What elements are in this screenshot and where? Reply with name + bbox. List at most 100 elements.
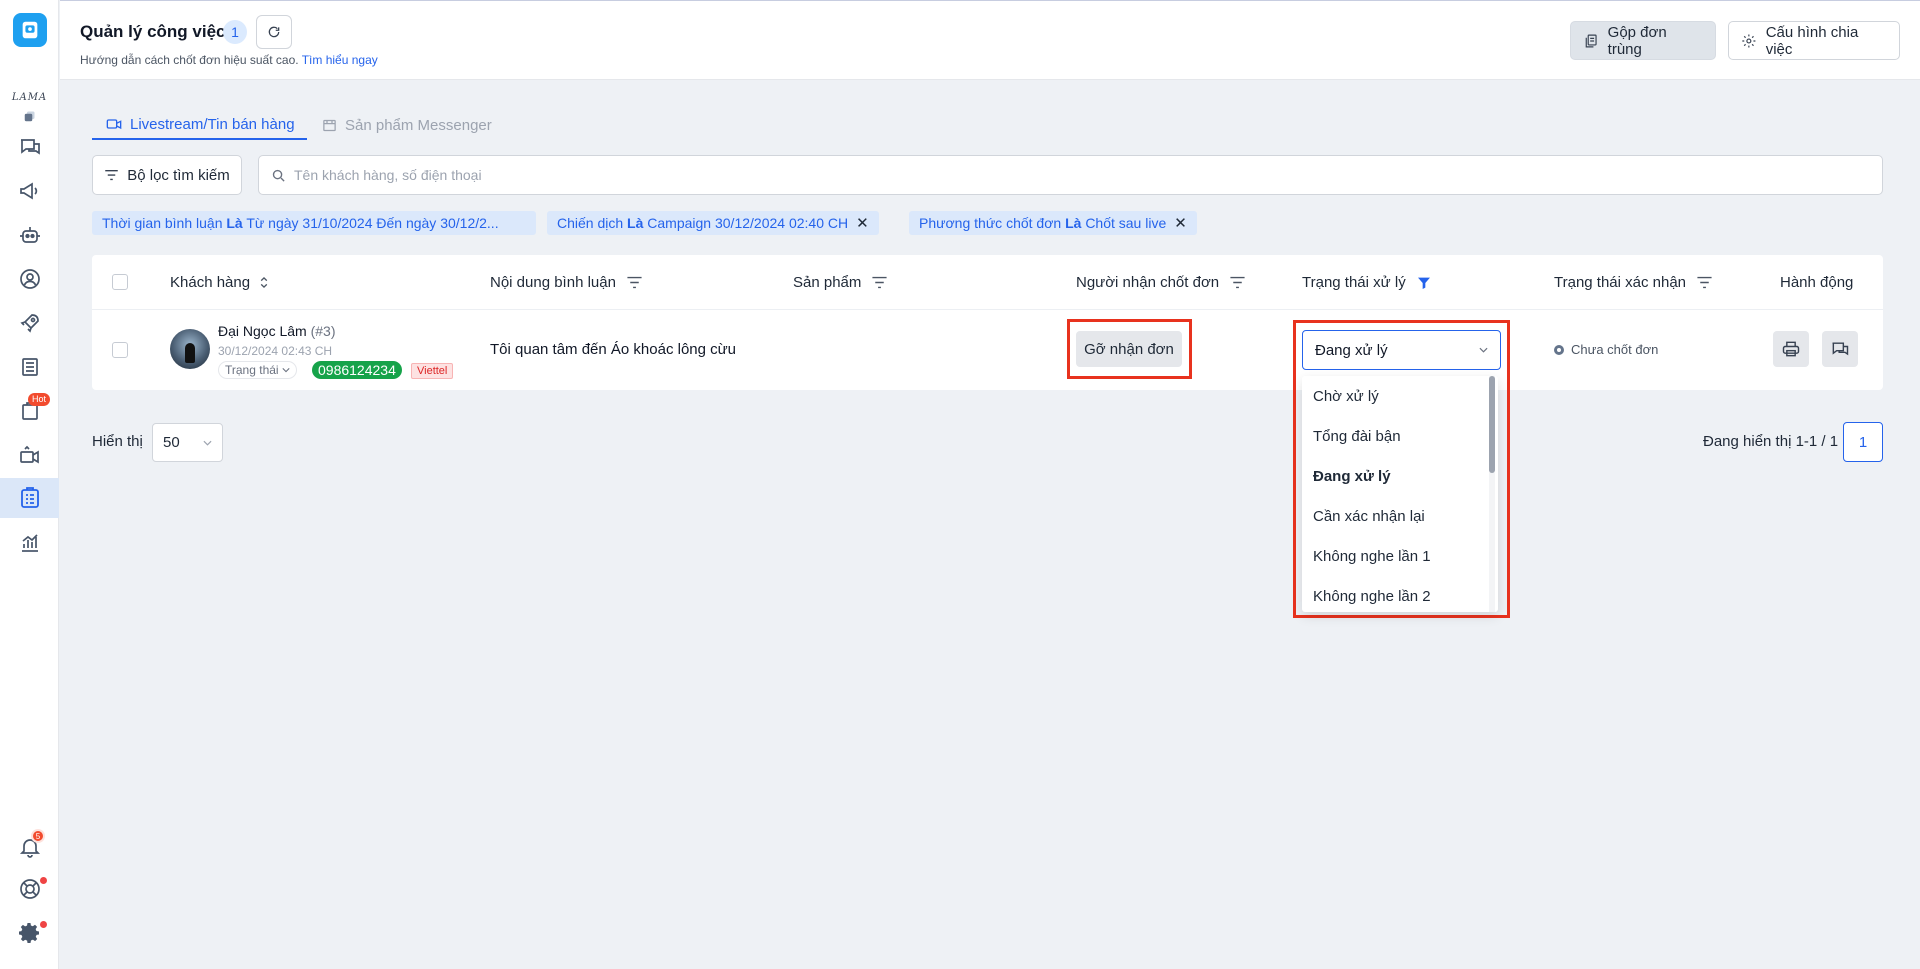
column-process-status[interactable]: Trạng thái xử lý: [1302, 274, 1432, 291]
support-indicator-dot: [40, 877, 47, 884]
page-size-select[interactable]: 50: [152, 423, 223, 462]
dropdown-option[interactable]: Không nghe lần 2: [1302, 576, 1492, 612]
sidebar-item-posts[interactable]: [0, 347, 59, 387]
hot-badge: Hot: [28, 393, 51, 406]
video-camera-icon: [19, 445, 39, 464]
task-count-badge: 1: [223, 20, 247, 44]
pagination-info: Đang hiển thị 1-1 / 1: [1703, 433, 1839, 450]
sidebar-item-chat[interactable]: [0, 127, 59, 167]
column-product-label: Sản phẩm: [793, 274, 862, 291]
row-checkbox[interactable]: [112, 342, 128, 358]
search-filter-label: Bộ lọc tìm kiếm: [127, 166, 230, 184]
dropdown-option[interactable]: Tổng đài bận: [1302, 416, 1492, 456]
printer-icon: [1782, 341, 1800, 357]
chat-icon: [1832, 342, 1849, 356]
tab-livestream[interactable]: Livestream/Tin bán hàng: [92, 110, 307, 140]
dropdown-option[interactable]: Cần xác nhận lại: [1302, 496, 1492, 536]
user-circle-icon: [19, 269, 40, 289]
select-all-checkbox[interactable]: [112, 274, 128, 290]
unassign-order-button[interactable]: Gỡ nhận đơn: [1076, 331, 1182, 367]
tab-messenger-products[interactable]: Sản phẩm Messenger: [322, 110, 492, 140]
confirm-status-label: Chưa chốt đơn: [1571, 342, 1659, 357]
sidebar-item-boost[interactable]: [0, 303, 59, 343]
video-icon: [106, 119, 122, 130]
sidebar-item-orders[interactable]: Hot: [0, 391, 59, 431]
rocket-icon: [19, 314, 39, 333]
search-filter-button[interactable]: Bộ lọc tìm kiếm: [92, 155, 242, 195]
column-assignee[interactable]: Người nhận chốt đơn: [1076, 274, 1246, 291]
customer-status-dropdown[interactable]: Trạng thái: [218, 361, 297, 379]
avatar: [170, 329, 210, 369]
confirm-status: Chưa chốt đơn: [1554, 342, 1658, 357]
column-comment[interactable]: Nội dung bình luận: [490, 274, 643, 291]
phone-badge[interactable]: 0986124234: [312, 361, 402, 379]
page-subtitle: Hướng dẫn cách chốt đơn hiệu suất cao. T…: [80, 53, 378, 67]
copy-icon: [1585, 34, 1597, 47]
message-button[interactable]: [1822, 331, 1858, 367]
sidebar-item-tasks[interactable]: [0, 478, 59, 518]
subtitle-text: Hướng dẫn cách chốt đơn hiệu suất cao.: [80, 53, 299, 67]
dropdown-option[interactable]: Không nghe lần 1: [1302, 536, 1492, 576]
close-icon[interactable]: ✕: [1174, 214, 1187, 232]
app-logo-icon: [22, 21, 38, 39]
app-logo[interactable]: [13, 13, 47, 47]
column-product[interactable]: Sản phẩm: [793, 274, 888, 291]
print-button[interactable]: [1773, 331, 1809, 367]
column-confirm-status[interactable]: Trạng thái xác nhận: [1554, 274, 1713, 291]
learn-more-link[interactable]: Tìm hiểu ngay: [302, 53, 378, 67]
sidebar-item-lama[interactable]: LAMA: [0, 90, 59, 130]
dropdown-scrollbar[interactable]: [1489, 376, 1495, 473]
funnel-icon: [1417, 277, 1430, 289]
column-actions: Hành động: [1780, 274, 1853, 291]
close-icon[interactable]: ✕: [856, 214, 869, 232]
dropdown-option[interactable]: Chờ xử lý: [1302, 376, 1492, 416]
tab-livestream-label: Livestream/Tin bán hàng: [130, 115, 295, 133]
lama-logo-text: LAMA: [11, 92, 48, 103]
refresh-icon: [268, 26, 280, 38]
search-input[interactable]: [294, 167, 1794, 183]
merge-duplicates-button[interactable]: Gộp đơn trùng: [1570, 21, 1716, 60]
sidebar-item-livestream[interactable]: [0, 435, 59, 475]
column-actions-label: Hành động: [1780, 274, 1854, 291]
chart-icon: [21, 534, 38, 552]
task-config-button[interactable]: Cấu hình chia việc: [1728, 21, 1900, 60]
filter-chip-closing-method[interactable]: Phương thức chốt đơn Là Chốt sau live ✕: [909, 211, 1197, 235]
filter-chip-text: Thời gian bình luận Là Từ ngày 31/10/202…: [102, 215, 499, 231]
sidebar-item-support[interactable]: [0, 869, 59, 909]
notification-badge: 5: [31, 829, 45, 843]
refresh-button[interactable]: [256, 15, 292, 49]
column-confirm-status-label: Trạng thái xác nhận: [1554, 274, 1687, 291]
filter-chip-campaign[interactable]: Chiến dịch Là Campaign 30/12/2024 02:40 …: [547, 211, 879, 235]
tab-messenger-label: Sản phẩm Messenger: [345, 116, 492, 134]
column-customer[interactable]: Khách hàng: [170, 274, 268, 291]
page-button-current[interactable]: 1: [1843, 422, 1883, 462]
merge-duplicates-label: Gộp đơn trùng: [1607, 23, 1667, 58]
sidebar-item-settings[interactable]: [0, 913, 59, 953]
task-list-icon: [20, 487, 39, 508]
chevron-down-icon: [203, 440, 212, 446]
filter-chip-comment-time[interactable]: Thời gian bình luận Là Từ ngày 31/10/202…: [92, 211, 536, 235]
dropdown-option-selected[interactable]: Đang xử lý: [1302, 456, 1492, 496]
chat-icon: [20, 139, 40, 155]
settings-indicator-dot: [40, 921, 47, 928]
sidebar-item-notifications[interactable]: 5: [0, 827, 59, 867]
filter-lines-icon: [1697, 276, 1712, 289]
sidebar-item-reports[interactable]: [0, 523, 59, 563]
sidebar-item-bot[interactable]: [0, 215, 59, 255]
column-comment-label: Nội dung bình luận: [490, 274, 616, 291]
table-row: Đại Ngọc Lâm (#3) 30/12/2024 02:43 CH Tr…: [92, 311, 1883, 390]
sidebar-item-campaign[interactable]: [0, 171, 59, 211]
tasks-table: Khách hàng Nội dung bình luận Sản phẩm N…: [92, 255, 1883, 390]
page-size-label: Hiển thị: [92, 433, 143, 450]
filter-lines-icon: [627, 276, 642, 289]
page-title: Quản lý công việc: [80, 22, 226, 41]
comment-time: 30/12/2024 02:43 CH: [218, 344, 333, 358]
customer-name[interactable]: Đại Ngọc Lâm (#3): [218, 323, 336, 339]
lifebuoy-icon: [19, 879, 40, 899]
megaphone-icon: [19, 182, 37, 200]
page-size-value: 50: [163, 434, 180, 451]
sort-icon: [260, 276, 268, 289]
carrier-badge: Viettel: [411, 363, 454, 379]
sidebar-item-customers[interactable]: [0, 259, 59, 299]
settings-icon: [1742, 33, 1756, 48]
